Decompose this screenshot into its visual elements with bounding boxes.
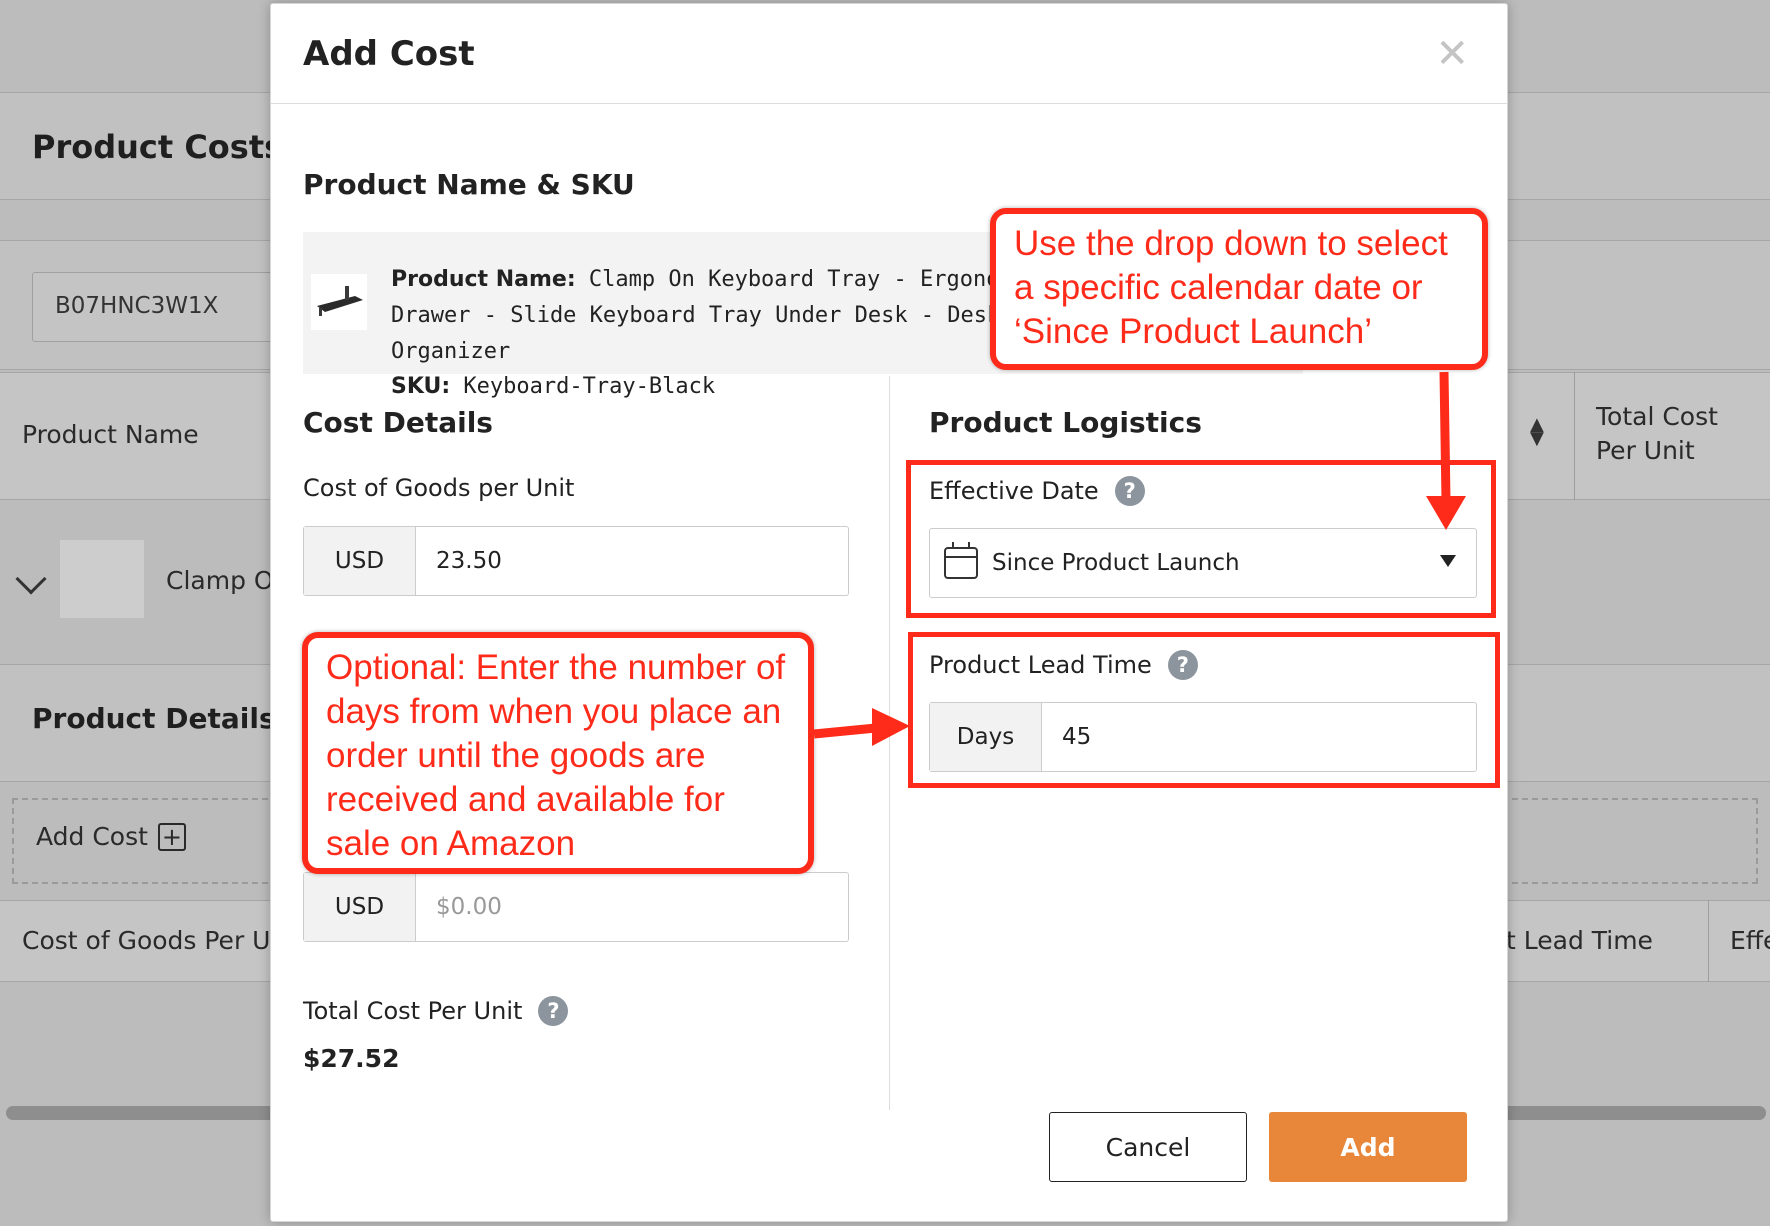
second-cost-input[interactable] xyxy=(416,873,848,941)
total-cost-label-text: Total Cost Per Unit xyxy=(303,997,523,1025)
column-total-cost[interactable]: Total Cost Per Unit xyxy=(1596,400,1756,468)
total-cost-label: Total Cost Per Unit ? xyxy=(303,996,569,1026)
search-input[interactable]: B07HNC3W1X xyxy=(32,272,292,342)
plus-square-icon: + xyxy=(157,822,186,851)
column-divider xyxy=(1574,372,1575,500)
column-lead-time[interactable]: t Lead Time xyxy=(1506,926,1653,955)
cogs-label-text: Cost of Goods per Unit xyxy=(303,474,575,502)
column-divider xyxy=(1708,900,1709,982)
column-effective[interactable]: Effe xyxy=(1730,926,1770,955)
sku-text: SKU: Keyboard-Tray-Black xyxy=(391,374,715,399)
cogs-input[interactable] xyxy=(416,527,848,595)
chevron-down-icon[interactable] xyxy=(15,563,47,595)
second-cost-input-group: USD xyxy=(303,872,849,942)
add-cost-label: Add Cost xyxy=(36,822,148,851)
effective-date-highlight xyxy=(906,460,1496,618)
sort-icon[interactable]: ▲ ▼ xyxy=(1530,416,1544,448)
add-button[interactable]: Add xyxy=(1269,1112,1467,1182)
column-product-name[interactable]: Product Name xyxy=(22,420,199,449)
modal-header: Add Cost ✕ xyxy=(271,4,1507,104)
cogs-currency: USD xyxy=(304,527,416,595)
lead-time-highlight xyxy=(908,632,1500,788)
modal-title: Add Cost xyxy=(303,34,475,74)
product-name-text: Product Name: Clamp On Keyboard Tray - E… xyxy=(391,262,1091,370)
product-details-title: Product Details xyxy=(32,702,276,735)
logistics-title: Product Logistics xyxy=(929,406,1202,439)
help-icon[interactable]: ? xyxy=(538,996,569,1026)
sku-value: Keyboard-Tray-Black xyxy=(463,374,716,399)
column-divider xyxy=(889,376,890,1110)
product-thumbnail xyxy=(60,540,144,618)
product-image xyxy=(311,274,367,330)
page-title: Product Costs xyxy=(32,128,284,166)
product-name-label: Product Name: xyxy=(391,267,576,292)
date-callout: Use the drop down to select a specific c… xyxy=(990,208,1488,370)
lead-time-callout: Optional: Enter the number of days from … xyxy=(302,632,814,874)
second-cost-currency: USD xyxy=(304,873,416,941)
cancel-button[interactable]: Cancel xyxy=(1049,1112,1247,1182)
add-cost-button[interactable]: Add Cost + xyxy=(36,822,186,851)
column-cost-of-goods[interactable]: Cost of Goods Per U xyxy=(22,926,270,955)
cost-details-title: Cost Details xyxy=(303,406,493,439)
total-cost-value: $27.52 xyxy=(303,1044,400,1073)
close-icon[interactable]: ✕ xyxy=(1435,34,1469,74)
cogs-label: Cost of Goods per Unit xyxy=(303,474,574,502)
cogs-input-group: USD xyxy=(303,526,849,596)
sku-label: SKU: xyxy=(391,374,451,399)
product-section-title: Product Name & SKU xyxy=(303,168,635,201)
